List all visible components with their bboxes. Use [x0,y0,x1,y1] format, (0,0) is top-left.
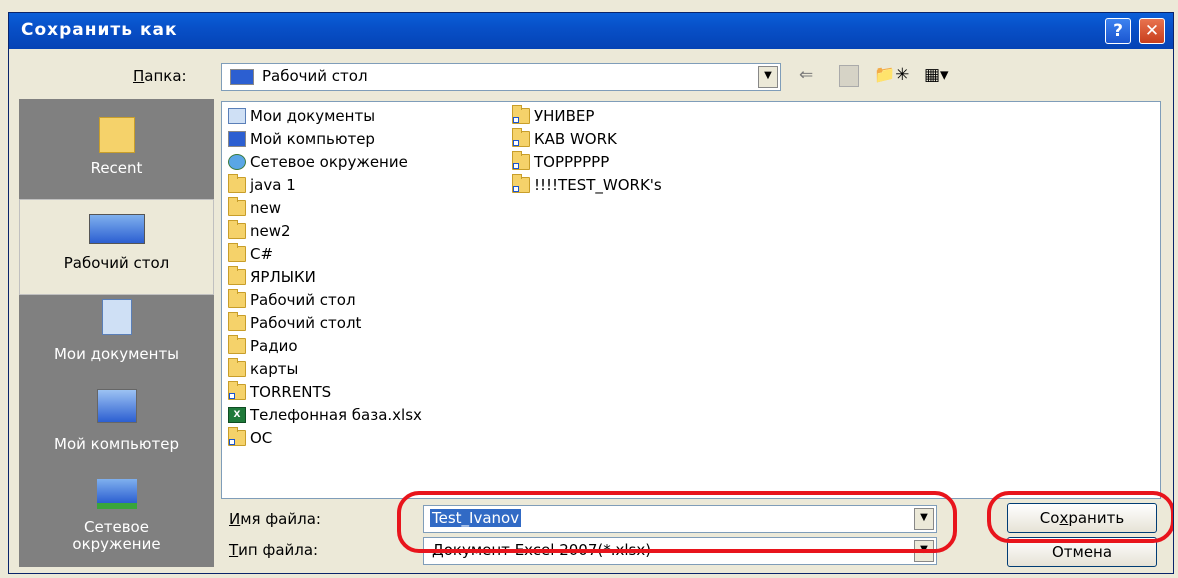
save-highlight-annotation [987,491,1173,543]
title-bar[interactable]: Сохранить как ? ✕ [9,13,1173,49]
folder-icon [228,357,246,377]
place-network[interactable]: Сетевое окружение [19,473,214,567]
folder-icon [228,196,246,216]
folder-icon [228,173,246,193]
place-recent-label: Recent [90,159,143,177]
list-item[interactable]: new2 [228,219,291,242]
list-item[interactable]: Рабочий стол [228,288,356,311]
folder-icon [228,334,246,354]
folder-icon [228,219,246,239]
place-my-computer[interactable]: Мой компьютер [19,383,214,471]
folder-shortcut-icon [228,426,246,446]
list-item[interactable]: Мои документы [228,104,375,127]
place-network-label-1: Сетевое [84,518,149,536]
place-desktop[interactable]: Рабочий стол [19,199,214,295]
place-my-computer-label: Мой компьютер [54,435,179,453]
list-item[interactable]: X Телефонная база.xlsx [228,403,422,426]
up-folder-icon[interactable] [839,65,859,87]
chevron-down-icon[interactable]: ▼ [758,66,778,88]
my-documents-icon [101,299,132,335]
folder-shortcut-icon [512,173,530,193]
recent-folder-icon [98,117,135,153]
save-as-dialog: Сохранить как ? ✕ Папка: Рабочий стол ▼ … [8,12,1174,574]
folder-shortcut-icon [512,104,530,124]
my-documents-icon [228,107,246,124]
network-icon [96,479,137,509]
place-desktop-label: Рабочий стол [63,254,170,272]
filename-highlight-annotation [397,491,957,553]
list-item[interactable]: Рабочий столt [228,311,361,334]
place-network-label-2: окружение [72,535,161,553]
list-item[interactable]: КАВ WORK [512,127,617,150]
list-item[interactable]: Радио [228,334,298,357]
folder-shortcut-icon [228,380,246,400]
list-item[interactable]: new [228,196,281,219]
place-recent[interactable]: Recent [19,111,214,191]
close-button[interactable]: ✕ [1139,18,1165,44]
folder-icon [228,242,246,262]
views-icon[interactable]: ▦▾ [924,65,949,87]
network-icon [228,153,246,170]
list-item[interactable]: Мой компьютер [228,127,375,150]
folder-icon [228,265,246,285]
list-item[interactable]: java 1 [228,173,296,196]
list-item[interactable]: Сетевое окружение [228,150,408,173]
folder-label: Папка: [133,67,187,85]
folder-icon [228,288,246,308]
list-item[interactable]: TOPPPPPP [512,150,609,173]
place-my-documents[interactable]: Мои документы [19,297,214,381]
desktop-icon [230,69,254,85]
my-computer-icon [96,389,137,423]
folder-icon [228,311,246,331]
places-bar: Recent Рабочий стол Мои документы Мой ко… [19,99,214,567]
dialog-title: Сохранить как [21,20,178,40]
folder-shortcut-icon [512,150,530,170]
list-item[interactable]: !!!!TEST_WORK's [512,173,662,196]
folder-combo-value: Рабочий стол [262,67,368,85]
list-item[interactable]: УНИВЕР [512,104,594,127]
desktop-icon [88,214,145,244]
folder-combo[interactable]: Рабочий стол ▼ [221,63,781,91]
list-item[interactable]: карты [228,357,298,380]
list-item[interactable]: ЯРЛЫКИ [228,265,316,288]
my-computer-icon [228,130,246,147]
filetype-label: Тип файла: [229,541,319,559]
file-list[interactable]: Мои документы Мой компьютер Сетевое окру… [221,101,1161,499]
back-icon[interactable]: ⇐ [799,65,813,87]
list-item[interactable]: C# [228,242,273,265]
list-item[interactable]: TORRENTS [228,380,331,403]
filename-label: Имя файла: [229,510,321,528]
new-folder-icon[interactable]: 📁✳ [874,65,909,87]
help-button[interactable]: ? [1105,18,1131,44]
folder-shortcut-icon [512,127,530,147]
list-item[interactable]: OC [228,426,272,449]
place-my-documents-label: Мои документы [53,345,180,363]
excel-file-icon: X [228,406,246,423]
